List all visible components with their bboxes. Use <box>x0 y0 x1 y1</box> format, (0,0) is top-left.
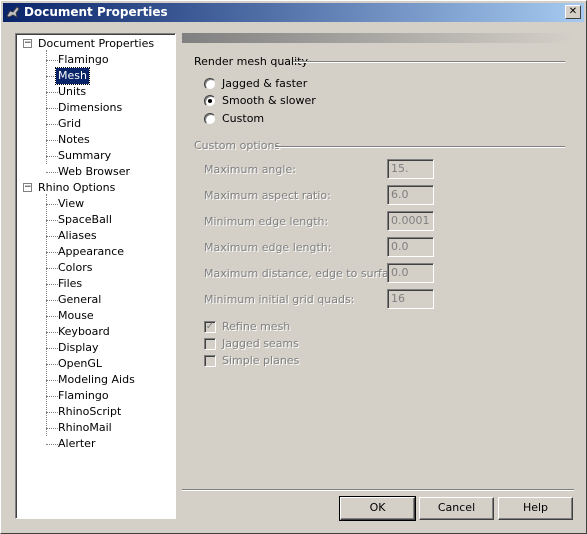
tree-item-mouse[interactable]: Mouse <box>16 308 175 324</box>
tree-item-aliases[interactable]: Aliases <box>16 228 175 244</box>
tree-item-web-browser[interactable]: Web Browser <box>16 164 175 180</box>
panel-header-bar <box>182 33 574 43</box>
tree-item-dimensions[interactable]: Dimensions <box>16 100 175 116</box>
cancel-button[interactable]: Cancel <box>419 497 494 520</box>
max-angle-field[interactable]: 15. <box>387 159 434 179</box>
tree-item-files[interactable]: Files <box>16 276 175 292</box>
tree-item-notes[interactable]: Notes <box>16 132 175 148</box>
render-mesh-quality-label: Render mesh quality <box>194 55 308 68</box>
tree-item-keyboard[interactable]: Keyboard <box>16 324 175 340</box>
tree-item-label: Mouse <box>58 309 94 322</box>
tree-item-label: Rhino Options <box>38 181 116 194</box>
window-title: Document Properties <box>24 5 168 19</box>
tree-item-label: View <box>58 197 85 210</box>
tree-item-label: Display <box>58 341 99 354</box>
radio-label: Smooth & slower <box>222 94 316 107</box>
collapse-toggle-icon[interactable]: − <box>23 39 32 48</box>
radio-label: Jagged & faster <box>222 77 308 90</box>
radio-button[interactable] <box>204 78 216 90</box>
max-aspect-ratio-label: Maximum aspect ratio: <box>204 189 331 202</box>
tree-item-alerter[interactable]: Alerter <box>16 436 175 452</box>
tree-item-label: SpaceBall <box>58 213 112 226</box>
radio-button-checked[interactable] <box>204 95 216 107</box>
tree-item-label: Keyboard <box>58 325 110 338</box>
tree-item-modeling-aids[interactable]: Modeling Aids <box>16 372 175 388</box>
group-divider <box>293 61 565 63</box>
tree-item-label: Aliases <box>58 229 97 242</box>
radio-button[interactable] <box>204 113 216 125</box>
checkbox[interactable] <box>204 355 216 367</box>
max-edge-length-field[interactable]: 0.0 <box>387 237 434 257</box>
radio-label: Custom <box>222 112 265 125</box>
tree-item-label: Appearance <box>58 245 125 258</box>
tree-item-label: Notes <box>58 133 90 146</box>
checkbox-label: Simple planes <box>222 354 300 367</box>
tree-item-label: Modeling Aids <box>58 373 135 386</box>
tree-item-display[interactable]: Display <box>16 340 175 356</box>
tree-item-flamingo[interactable]: Flamingo <box>16 388 175 404</box>
checkbox-checked[interactable]: ✓ <box>204 321 216 333</box>
tree-item-label: Flamingo <box>58 53 109 66</box>
settings-tree[interactable]: − Document Properties Flamingo Mesh Units Dim… <box>15 33 176 519</box>
tree-item-general[interactable]: General <box>16 292 175 308</box>
rhino-app-icon <box>6 6 20 18</box>
group-divider <box>275 146 565 148</box>
tree-item-label: Document Properties <box>38 37 155 50</box>
tree-item-label: Mesh <box>55 67 90 85</box>
min-edge-length-label: Minimum edge length: <box>204 215 329 228</box>
checkbox[interactable] <box>204 338 216 350</box>
tree-item-grid[interactable]: Grid <box>16 116 175 132</box>
tree-item-label: RhinoMail <box>58 421 112 434</box>
tree-item-label: OpenGL <box>58 357 103 370</box>
max-edge-length-label: Maximum edge length: <box>204 241 332 254</box>
collapse-toggle-icon[interactable]: − <box>23 183 32 192</box>
ok-button[interactable]: OK <box>339 496 416 521</box>
tree-item-summary[interactable]: Summary <box>16 148 175 164</box>
tree-item-label: Files <box>58 277 83 290</box>
max-distance-label: Maximum distance, edge to surface: <box>204 267 406 280</box>
tree-item-label: Flamingo <box>58 389 109 402</box>
checkbox-label: Refine mesh <box>222 320 291 333</box>
max-angle-label: Maximum angle: <box>204 163 296 176</box>
tree-item-label: Alerter <box>58 437 96 450</box>
tree-item-units[interactable]: Units <box>16 84 175 100</box>
tree-item-view[interactable]: View <box>16 196 175 212</box>
tree-item-label: Web Browser <box>58 165 131 178</box>
tree-item-label: Dimensions <box>58 101 123 114</box>
tree-item-appearance[interactable]: Appearance <box>16 244 175 260</box>
tree-root-item[interactable]: − Rhino Options <box>16 180 175 196</box>
tree-item-label: Units <box>58 85 87 98</box>
min-grid-quads-label: Minimum initial grid quads: <box>204 293 355 306</box>
tree-item-label: Grid <box>58 117 82 130</box>
tree-item-label: RhinoScript <box>58 405 122 418</box>
close-button[interactable]: ✕ <box>565 5 581 19</box>
min-edge-length-field[interactable]: 0.0001 <box>387 211 434 231</box>
tree-item-opengl[interactable]: OpenGL <box>16 356 175 372</box>
max-distance-field[interactable]: 0.0 <box>387 263 434 283</box>
tree-item-label: General <box>58 293 102 306</box>
tree-item-rhinoscript[interactable]: RhinoScript <box>16 404 175 420</box>
help-button[interactable]: Help <box>498 497 573 520</box>
tree-item-label: Colors <box>58 261 93 274</box>
checkbox-label: Jagged seams <box>222 337 299 350</box>
tree-item-flamingo[interactable]: Flamingo <box>16 52 175 68</box>
tree-item-label: Summary <box>58 149 112 162</box>
max-aspect-ratio-field[interactable]: 6.0 <box>387 185 434 205</box>
title-bar[interactable]: Document Properties ✕ <box>3 3 584 22</box>
min-grid-quads-field[interactable]: 16 <box>387 289 434 309</box>
footer-divider <box>182 489 574 491</box>
tree-item-rhinomail[interactable]: RhinoMail <box>16 420 175 436</box>
custom-options-label: Custom options <box>194 139 281 152</box>
tree-item-colors[interactable]: Colors <box>16 260 175 276</box>
tree-item-spaceball[interactable]: SpaceBall <box>16 212 175 228</box>
tree-root-item[interactable]: − Document Properties <box>16 36 175 52</box>
document-properties-window: Document Properties ✕ − Document Properti… <box>0 0 587 534</box>
tree-item-mesh[interactable]: Mesh <box>16 67 175 85</box>
